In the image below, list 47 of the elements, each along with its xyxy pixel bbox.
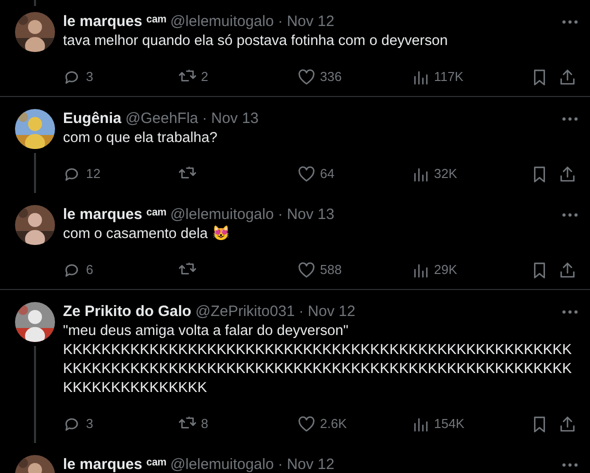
- heart-icon: [297, 414, 316, 434]
- user-name[interactable]: Eugênia: [63, 109, 122, 129]
- user-name[interactable]: le marques ᶜᵃᵐ: [63, 205, 166, 225]
- repost-count: 8: [201, 415, 208, 434]
- like-count: 64: [320, 165, 334, 184]
- separator-dot: ·: [278, 12, 283, 32]
- post-date[interactable]: Nov 12: [308, 302, 356, 322]
- user-handle[interactable]: @lelemuitogalo: [170, 455, 274, 473]
- post-date[interactable]: Nov 13: [286, 205, 334, 225]
- user-handle[interactable]: @GeehFla: [125, 109, 198, 129]
- post-text: com o que ela trabalha?: [63, 129, 218, 148]
- post-date[interactable]: Nov 12: [286, 455, 334, 473]
- post-text: KKKKKKKKKKKKKKKKKKKKKKKKKKKKKKKKKKKKKKKKKKKKKKKKKKKKKKKKKKKKKKKKKKKKKKKKKKKKKKKKKKKKKKKKKKKKKKKKKKKKKKKKKKKKKKKKKKKKKKKKK: [63, 341, 573, 398]
- user-name[interactable]: Ze Prikito do Galo: [63, 302, 192, 322]
- repost-count: 2: [201, 68, 208, 86]
- share-icon: [558, 414, 577, 434]
- view-count: 154K: [434, 415, 464, 434]
- like-count: 336: [320, 68, 342, 86]
- replie-count: 3: [86, 415, 94, 434]
- user-name[interactable]: le marques ᶜᵃᵐ: [63, 12, 166, 32]
- replie-count: 12: [86, 165, 100, 184]
- share-icon: [558, 68, 577, 86]
- separator-dot: ·: [278, 205, 283, 225]
- replie-count: 3: [86, 68, 94, 86]
- separator-dot: ·: [298, 302, 304, 322]
- like-count: 2.6K: [320, 415, 347, 434]
- post-text: com o casamento dela 😻: [63, 225, 231, 244]
- view-count: 29K: [434, 261, 458, 280]
- view-count: 117K: [434, 68, 464, 86]
- user-handle[interactable]: @ZePrikito031: [195, 302, 295, 322]
- separator-dot: ·: [202, 109, 208, 129]
- post-date[interactable]: Nov 12: [286, 12, 334, 32]
- heart-icon: [297, 68, 316, 86]
- share-icon: [558, 164, 577, 184]
- user-handle[interactable]: @lelemuitogalo: [170, 205, 274, 225]
- post-text: "meu deus amiga volta a falar do deyverson": [63, 322, 350, 341]
- heart-icon: [297, 260, 316, 280]
- like-count: 588: [320, 261, 342, 280]
- replie-count: 6: [86, 261, 94, 280]
- share-icon: [558, 260, 577, 280]
- post-date[interactable]: Nov 13: [211, 109, 259, 129]
- user-handle[interactable]: @lelemuitogalo: [170, 12, 274, 32]
- user-name[interactable]: le marques ᶜᵃᵐ: [63, 455, 166, 473]
- post-text: tava melhor quando ela só postava fotinha com o deyverson: [63, 32, 449, 51]
- separator-dot: ·: [278, 455, 283, 473]
- view-count: 32K: [434, 165, 458, 184]
- heart-icon: [297, 164, 316, 184]
